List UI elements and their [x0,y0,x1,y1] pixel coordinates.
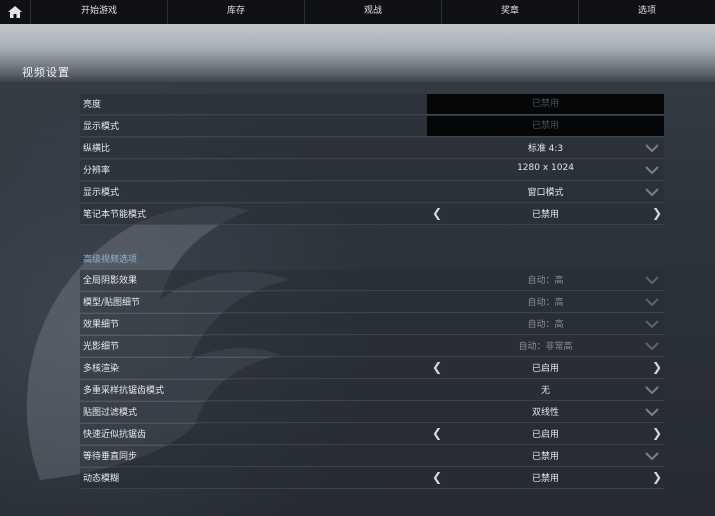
setting-label: 多重采样抗锯齿模式 [83,386,165,396]
setting-value: 已禁用 [531,474,559,484]
setting-value: 已启用 [531,364,559,374]
setting-value: 已禁用 [427,116,664,136]
setting-label: 动态模糊 [83,474,120,484]
setting-label: 快速近似抗锯齿 [83,430,147,440]
chevron-down-icon[interactable] [645,298,659,306]
setting-row-multicore-rendering[interactable]: 多核渲染 ❮ 已启用 ❯ [80,358,664,379]
chevron-down-icon[interactable] [645,144,659,152]
setting-value: 双线性 [531,408,559,418]
nav-options[interactable]: 选项 [579,0,715,24]
setting-row-laptop-power-saving[interactable]: 笔记本节能模式 ❮ 已禁用 ❯ [80,204,664,225]
setting-value: 自动：高 [527,276,564,286]
chevron-down-icon[interactable] [645,342,659,350]
arrow-right-icon[interactable]: ❯ [652,360,662,374]
home-button[interactable] [0,0,31,24]
setting-row-model-texture-detail[interactable]: 模型/贴图细节 自动：高 [80,292,664,313]
setting-label: 笔记本节能模式 [83,210,147,220]
setting-label: 全局阴影效果 [83,276,138,286]
chevron-down-icon[interactable] [645,166,659,174]
page-title: 视频设置 [22,66,70,79]
advanced-settings: 全局阴影效果 自动：高 模型/贴图细节 自动：高 效果细节 自动：高 光影细节 … [80,270,664,490]
nav-watch[interactable]: 观战 [305,0,442,24]
setting-row-shader-detail[interactable]: 光影细节 自动：非常高 [80,336,664,357]
setting-value: 标准 4:3 [527,144,564,154]
chevron-down-icon[interactable] [645,320,659,328]
basic-settings: 亮度 已禁用 显示模式 已禁用 纵横比 标准 4:3 分辨率 1280 x 10… [80,94,664,226]
setting-row-fxaa[interactable]: 快速近似抗锯齿 ❮ 已启用 ❯ [80,424,664,445]
chevron-down-icon[interactable] [645,276,659,284]
setting-row-aspect-ratio[interactable]: 纵横比 标准 4:3 [80,138,664,159]
setting-row-global-shadows[interactable]: 全局阴影效果 自动：高 [80,270,664,291]
nav-awards[interactable]: 奖章 [442,0,579,24]
setting-value: 无 [540,386,550,396]
setting-value: 已启用 [531,430,559,440]
setting-row-effect-detail[interactable]: 效果细节 自动：高 [80,314,664,335]
setting-label: 亮度 [83,100,102,110]
setting-row-display-mode[interactable]: 显示模式 窗口模式 [80,182,664,203]
setting-label: 模型/贴图细节 [83,298,141,308]
top-nav: 开始游戏 库存 观战 奖章 选项 [0,0,715,24]
setting-value: 自动：非常高 [518,342,573,352]
home-icon [8,6,22,18]
setting-value: 1280 x 1024 [517,163,574,173]
nav-play[interactable]: 开始游戏 [31,0,168,24]
setting-row-msaa-mode[interactable]: 多重采样抗锯齿模式 无 [80,380,664,401]
setting-row-display-mode-disabled[interactable]: 显示模式 已禁用 [80,116,664,137]
setting-label: 等待垂直同步 [83,452,138,462]
setting-row-texture-filtering[interactable]: 贴图过滤模式 双线性 [80,402,664,423]
setting-row-motion-blur[interactable]: 动态模糊 ❮ 已禁用 ❯ [80,468,664,489]
chevron-down-icon[interactable] [645,386,659,394]
arrow-right-icon[interactable]: ❯ [652,470,662,484]
nav-inventory[interactable]: 库存 [168,0,305,24]
setting-label: 贴图过滤模式 [83,408,138,418]
setting-label: 显示模式 [83,122,120,132]
setting-row-resolution[interactable]: 分辨率 1280 x 1024 [80,160,664,181]
setting-row-vsync[interactable]: 等待垂直同步 已禁用 [80,446,664,467]
setting-value: 已禁用 [531,210,559,220]
setting-value: 已禁用 [427,94,664,114]
setting-row-brightness[interactable]: 亮度 已禁用 [80,94,664,115]
advanced-section-title: 高级视频选项 [83,255,138,265]
setting-value: 自动：高 [527,298,564,308]
setting-label: 纵横比 [83,144,111,154]
arrow-right-icon[interactable]: ❯ [652,206,662,220]
setting-label: 多核渲染 [83,364,120,374]
header-band [0,24,715,82]
chevron-down-icon[interactable] [645,452,659,460]
setting-label: 显示模式 [83,188,120,198]
setting-value: 窗口模式 [527,188,564,198]
setting-label: 光影细节 [83,342,120,352]
setting-value: 自动：高 [527,320,564,330]
chevron-down-icon[interactable] [645,408,659,416]
chevron-down-icon[interactable] [645,188,659,196]
setting-label: 效果细节 [83,320,120,330]
setting-label: 分辨率 [83,166,111,176]
arrow-right-icon[interactable]: ❯ [652,426,662,440]
setting-value: 已禁用 [531,452,559,462]
